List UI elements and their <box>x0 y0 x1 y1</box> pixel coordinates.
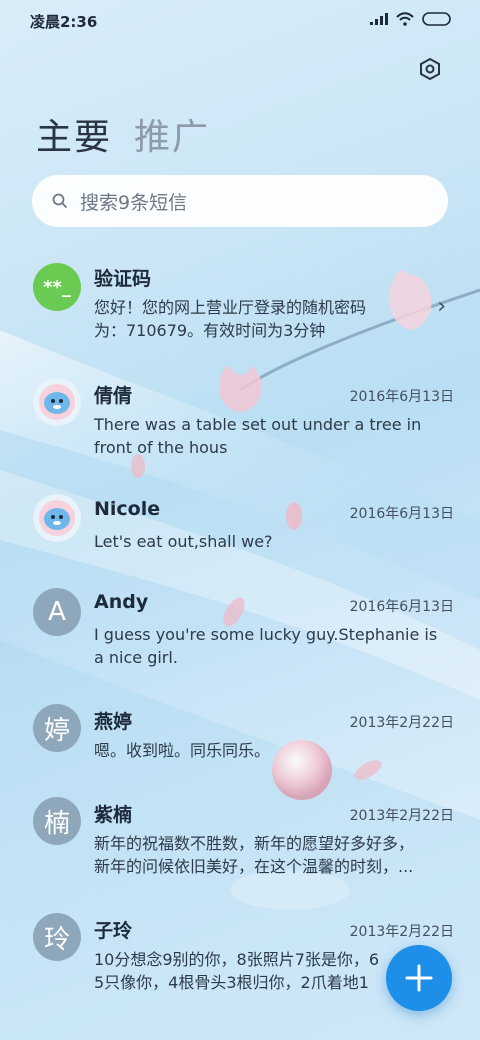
search-icon <box>52 193 68 209</box>
status-bar: 凌晨2:36 <box>0 0 480 40</box>
preview-line: front of the hous <box>94 438 228 457</box>
message-preview: 新年的祝福数不胜数，新年的愿望好多好多， 新年的问候依旧美好，在这个温馨的时刻，… <box>94 832 456 878</box>
search-bar[interactable]: 搜索9条短信 <box>32 175 448 227</box>
message-preview: 嗯。收到啦。同乐同乐。 <box>94 739 456 762</box>
sender-name: 倩倩 <box>94 385 133 407</box>
sender-name: Nicole <box>94 498 161 520</box>
avatar <box>33 494 81 542</box>
sender-name: 验证码 <box>94 268 152 290</box>
message-date: 2013年2月22日 <box>349 924 454 940</box>
new-message-button[interactable] <box>386 945 452 1011</box>
sender-name: 子玲 <box>94 920 133 942</box>
preview-line: There was a table set out under a tree i… <box>94 415 422 434</box>
message-date: 2013年2月22日 <box>349 715 454 731</box>
sender-name: 燕婷 <box>94 711 133 733</box>
message-date: 2013年2月22日 <box>349 808 454 824</box>
wifi-icon <box>396 12 414 26</box>
avatar: **_ <box>33 263 81 311</box>
message-preview: Let's eat out,shall we? <box>94 530 456 553</box>
plus-icon <box>405 964 433 992</box>
message-preview: There was a table set out under a tree i… <box>94 413 456 459</box>
preview-line: Let's eat out,shall we? <box>94 532 273 551</box>
sender-name: Andy <box>94 591 149 613</box>
message-preview: I guess you're some lucky guy.Stephanie … <box>94 623 456 669</box>
preview-line: a nice girl. <box>94 648 178 667</box>
sender-name: 紫楠 <box>94 804 133 826</box>
preview-line: 嗯。收到啦。同乐同乐。 <box>94 741 271 760</box>
preview-line: 新年的祝福数不胜数，新年的愿望好多好多， <box>94 834 415 853</box>
message-preview: 您好！您的网上营业厅登录的随机密码 为：710679。有效时间为3分钟 <box>94 296 456 342</box>
preview-line: 为：710679。有效时间为3分钟 <box>94 321 326 340</box>
message-date: 2016年6月13日 <box>349 506 454 522</box>
avatar: 婷 <box>33 704 81 752</box>
preview-line: 您好！您的网上营业厅登录的随机密码 <box>94 298 367 317</box>
tab-primary[interactable]: 主要 <box>36 108 112 160</box>
tab-promotions[interactable]: 推广 <box>134 108 210 160</box>
avatar <box>33 378 81 426</box>
status-time: 凌晨2:36 <box>30 13 98 31</box>
message-date: 2016年6月13日 <box>349 389 454 405</box>
battery-icon <box>422 12 451 26</box>
cartoon-avatar-icon <box>33 494 81 542</box>
preview-line: I guess you're some lucky guy.Stephanie … <box>94 625 438 644</box>
settings-icon <box>420 57 440 81</box>
cartoon-avatar-icon <box>33 378 81 426</box>
avatar: 楠 <box>33 797 81 845</box>
avatar: 玲 <box>33 913 81 961</box>
message-date: 2016年6月13日 <box>349 599 454 615</box>
chevron-right-icon[interactable]: › <box>437 294 446 319</box>
signal-icon <box>370 13 388 25</box>
avatar: A <box>33 588 81 636</box>
settings-button[interactable] <box>416 55 444 83</box>
tab-bar: 主要 推广 <box>36 108 210 160</box>
search-placeholder: 搜索9条短信 <box>80 191 188 214</box>
status-icons <box>370 12 452 26</box>
preview-line: 新年的问候依旧美好，在这个温馨的时刻，... <box>94 857 414 876</box>
